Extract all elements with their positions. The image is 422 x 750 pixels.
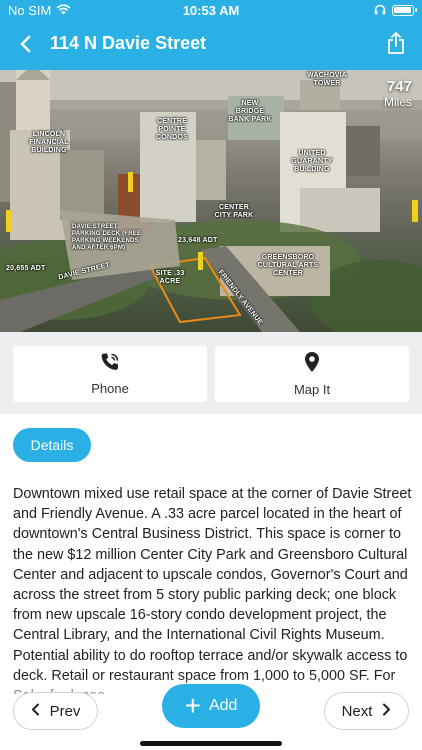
description-text: Downtown mixed use retail space at the c… bbox=[13, 486, 412, 694]
phone-button[interactable]: Phone bbox=[13, 346, 207, 402]
prev-button[interactable]: Prev bbox=[13, 692, 98, 730]
map-label: 23,648 ADT bbox=[178, 237, 218, 244]
map-label: CENTER CITY PARK bbox=[214, 204, 254, 219]
map-label: NEW BRIDGE BANK PARK bbox=[228, 100, 272, 123]
hero-image: 747 Miles WACHOVIA TOWER NEW BRIDGE BANK… bbox=[0, 70, 422, 332]
map-label: 20,655 ADT bbox=[6, 265, 46, 272]
add-button[interactable]: + Add bbox=[162, 684, 260, 728]
battery-icon bbox=[392, 5, 417, 16]
next-button[interactable]: Next bbox=[324, 692, 409, 730]
map-label: LINCOLN FINANCIAL BUILDING bbox=[29, 131, 69, 154]
page-title: 114 N Davie Street bbox=[50, 33, 207, 53]
home-indicator[interactable] bbox=[140, 741, 282, 746]
plus-icon: + bbox=[184, 690, 201, 721]
map-label: WACHOVIA TOWER bbox=[306, 72, 348, 87]
next-label: Next bbox=[341, 702, 373, 720]
phone-label: Phone bbox=[91, 381, 129, 396]
map-label: DAVIE STREET PARKING DECK (FREE PARKING … bbox=[72, 224, 142, 251]
chevron-left-icon bbox=[19, 35, 31, 58]
map-it-button[interactable]: Map It bbox=[215, 346, 409, 402]
aerial-photo-illustration bbox=[0, 70, 422, 332]
phone-icon bbox=[100, 352, 120, 377]
chevron-left-icon bbox=[31, 703, 40, 720]
details-tab[interactable]: Details bbox=[13, 428, 91, 462]
headphones-icon bbox=[374, 3, 386, 18]
map-label: UNITED GUARANTY BUILDING bbox=[291, 150, 333, 173]
share-icon bbox=[387, 31, 405, 60]
map-label: CENTRE POINTE CONDOS bbox=[156, 118, 188, 141]
chevron-right-icon bbox=[382, 703, 391, 720]
map-pin-icon bbox=[304, 351, 320, 378]
status-bar: No SIM 10:53 AM bbox=[0, 0, 422, 22]
prev-label: Prev bbox=[49, 702, 81, 720]
add-label: Add bbox=[208, 697, 238, 714]
distance-badge: 747 Miles bbox=[384, 78, 412, 109]
nav-bar: 114 N Davie Street bbox=[0, 22, 422, 70]
map-label: SITE .33 ACRE bbox=[155, 270, 185, 285]
actions-panel: Phone Map It bbox=[0, 332, 422, 414]
distance-value: 747 bbox=[386, 78, 412, 95]
map-it-label: Map It bbox=[293, 382, 331, 397]
status-right bbox=[374, 3, 417, 18]
distance-unit: Miles bbox=[383, 95, 412, 109]
share-button[interactable] bbox=[384, 30, 408, 60]
back-button[interactable] bbox=[12, 32, 38, 60]
status-time: 10:53 AM bbox=[182, 3, 240, 18]
map-label: GREENSBORO CULTURAL ARTS CENTER bbox=[257, 254, 319, 277]
screen: No SIM 10:53 AM 114 N Davie Street 747 M… bbox=[0, 0, 422, 750]
